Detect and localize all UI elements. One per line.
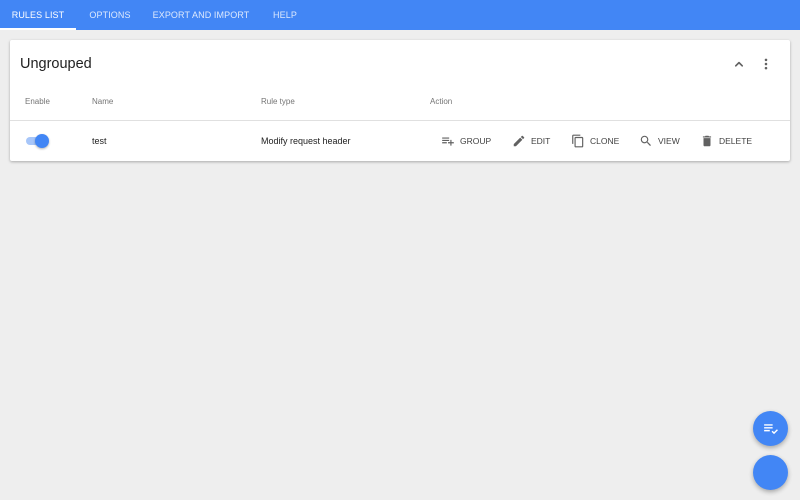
header-divider [10, 120, 790, 121]
chevron-up-icon [734, 61, 744, 67]
top-nav-bar: RULES LIST OPTIONS EXPORT AND IMPORT HEL… [0, 0, 800, 30]
view-button[interactable]: VIEW [639, 131, 680, 151]
edit-button-label: EDIT [531, 136, 551, 146]
tab-export-and-import-label: EXPORT AND IMPORT [152, 10, 250, 20]
copy-icon [572, 134, 584, 148]
toggle-thumb [35, 134, 49, 148]
tab-help[interactable]: HELP [258, 0, 312, 30]
collapse-group-button[interactable] [728, 53, 750, 75]
tab-options-label: OPTIONS [89, 10, 131, 20]
column-header-rule-type: Rule type [261, 97, 295, 106]
tab-rules-list-label: RULES LIST [11, 10, 65, 20]
fab-check-list-button[interactable] [753, 411, 788, 446]
tab-export-and-import[interactable]: EXPORT AND IMPORT [144, 0, 258, 30]
group-button-label: GROUP [460, 136, 492, 146]
rule-enable-toggle[interactable] [25, 134, 49, 148]
tab-help-label: HELP [273, 10, 297, 20]
group-button[interactable]: GROUP [441, 131, 491, 151]
playlist-check-icon [764, 424, 778, 435]
trash-icon [702, 135, 712, 147]
playlist-add-icon [442, 137, 454, 146]
column-header-action: Action [430, 97, 453, 106]
delete-button-label: DELETE [719, 136, 753, 146]
column-header-enable: Enable [25, 97, 50, 106]
clone-button-label: CLONE [590, 136, 620, 146]
pencil-icon [513, 135, 525, 147]
rule-name: test [92, 136, 107, 146]
delete-button[interactable]: DELETE [700, 131, 752, 151]
active-tab-indicator [0, 28, 76, 30]
column-header-name: Name [92, 97, 114, 106]
view-button-label: VIEW [658, 136, 680, 146]
rule-group-card: Ungrouped Enable Name Rule type Action t… [10, 40, 790, 161]
edit-button[interactable]: EDIT [512, 131, 550, 151]
group-title: Ungrouped [20, 56, 92, 72]
clone-button[interactable]: CLONE [571, 131, 619, 151]
tab-options[interactable]: OPTIONS [76, 0, 144, 30]
rule-type: Modify request header [261, 136, 351, 146]
group-more-button[interactable] [755, 53, 777, 75]
search-icon [640, 135, 651, 146]
tab-rules-list[interactable]: RULES LIST [0, 0, 76, 30]
fab-secondary-button[interactable] [753, 455, 788, 490]
more-vert-icon [764, 58, 768, 70]
